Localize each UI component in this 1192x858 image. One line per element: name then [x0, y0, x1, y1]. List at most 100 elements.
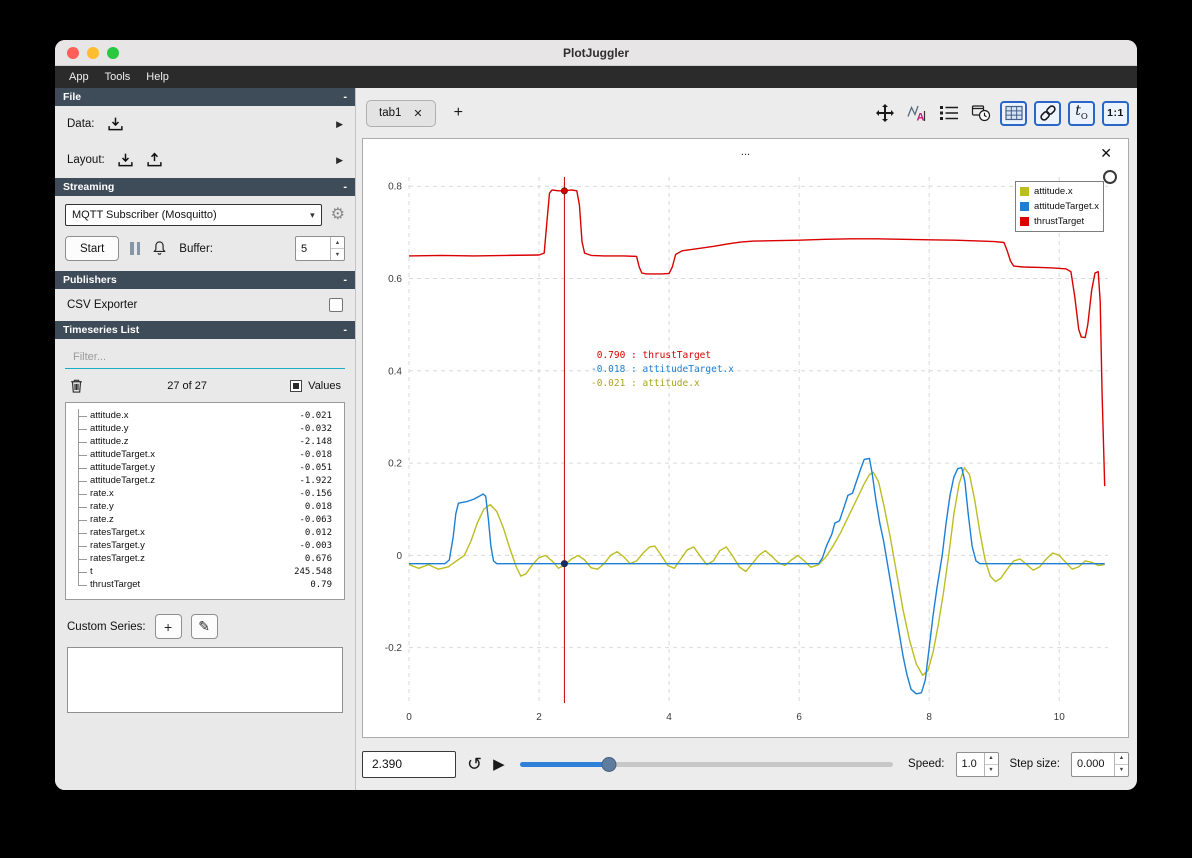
timeseries-item[interactable]: ratesTarget.x 0.012 — [66, 526, 340, 539]
legend-item[interactable]: thrustTarget — [1020, 214, 1099, 229]
streaming-source-select[interactable]: MQTT Subscriber (Mosquitto) ▾ — [65, 204, 322, 226]
file-section-header[interactable]: File - — [55, 88, 355, 106]
legend-item[interactable]: attitudeTarget.x — [1020, 199, 1099, 214]
collapse-icon[interactable]: - — [343, 274, 347, 286]
load-data-icon[interactable] — [107, 116, 124, 132]
maximize-window-button[interactable] — [107, 46, 119, 59]
view-layout-button[interactable] — [1000, 100, 1027, 126]
main-area: tab1 ✕ + A tO 1:1 ... ✕ attitude.x attit… — [356, 88, 1137, 790]
link-axes-button[interactable] — [1034, 100, 1061, 126]
publishers-section-header[interactable]: Publishers - — [55, 271, 355, 289]
speed-input[interactable] — [956, 752, 984, 776]
timeseries-value: -1.922 — [299, 475, 332, 486]
timeseries-item[interactable]: attitude.y -0.032 — [66, 422, 340, 435]
timeseries-name: t — [90, 566, 93, 577]
spin-down-icon[interactable]: ▼ — [1115, 765, 1128, 776]
tab-tab1[interactable]: tab1 ✕ — [366, 99, 436, 127]
spin-up-icon[interactable]: ▲ — [331, 237, 344, 249]
values-toggle[interactable]: Values — [290, 380, 341, 392]
collapse-icon[interactable]: - — [343, 91, 347, 103]
edit-custom-series-button[interactable]: ✎ — [190, 614, 218, 639]
values-checkbox-icon[interactable] — [290, 380, 303, 392]
step-size-input[interactable] — [1072, 752, 1114, 776]
trash-icon[interactable] — [69, 378, 84, 394]
traffic-lights — [67, 40, 119, 65]
legend-label: attitudeTarget.x — [1034, 201, 1099, 212]
legend-toggle-button[interactable] — [936, 102, 961, 125]
data-menu-arrow-icon[interactable]: ▶ — [336, 119, 343, 130]
load-layout-icon[interactable] — [117, 152, 134, 168]
speed-spin-arrows[interactable]: ▲ ▼ — [983, 752, 998, 776]
timeseries-item[interactable]: rate.z -0.063 — [66, 513, 340, 526]
timeline-slider-handle[interactable] — [601, 756, 617, 772]
chart-canvas[interactable]: -0.2 0 0.2 0.4 0.6 0.8 0 2 4 6 8 10 — [367, 165, 1124, 733]
buffer-spinbox[interactable]: ▲ ▼ — [295, 236, 345, 261]
move-tool-button[interactable] — [872, 102, 897, 125]
pause-icon[interactable] — [130, 242, 141, 255]
timeseries-item[interactable]: attitude.z -2.148 — [66, 435, 340, 448]
datetime-scale-button[interactable] — [968, 102, 993, 125]
timeseries-item[interactable]: thrustTarget 0.79 — [66, 578, 340, 591]
spin-up-icon[interactable]: ▲ — [1115, 753, 1128, 765]
custom-series-list[interactable] — [67, 647, 343, 713]
collapse-icon[interactable]: - — [343, 181, 347, 193]
timeseries-item[interactable]: ratesTarget.y -0.003 — [66, 539, 340, 552]
timeseries-item[interactable]: rate.y 0.018 — [66, 500, 340, 513]
close-plot-button[interactable]: ✕ — [1100, 145, 1112, 162]
timeseries-item[interactable]: t 245.548 — [66, 565, 340, 578]
publishers-section-title: Publishers — [63, 274, 117, 286]
chevron-down-icon: ▾ — [310, 209, 315, 220]
plot-area[interactable]: ... ✕ attitude.x attitudeTarget.x thrustTa… — [362, 138, 1129, 738]
add-custom-series-button[interactable]: + — [154, 614, 182, 639]
spin-down-icon[interactable]: ▼ — [985, 765, 998, 776]
timeseries-section-header[interactable]: Timeseries List - — [55, 321, 355, 339]
menu-tools[interactable]: Tools — [97, 71, 139, 83]
play-icon[interactable]: ▶ — [493, 757, 505, 772]
bell-icon[interactable] — [151, 240, 168, 257]
timeseries-item[interactable]: attitudeTarget.y -0.051 — [66, 461, 340, 474]
spin-down-icon[interactable]: ▼ — [331, 249, 344, 260]
add-tab-button[interactable]: + — [454, 104, 463, 122]
timeseries-item[interactable]: ratesTarget.z 0.676 — [66, 552, 340, 565]
buffer-spin-arrows[interactable]: ▲ ▼ — [330, 237, 344, 260]
cursor-tooltip-line: 0.790 : thrustTarget — [591, 350, 712, 361]
spin-up-icon[interactable]: ▲ — [984, 753, 998, 765]
collapse-icon[interactable]: - — [343, 324, 347, 336]
svg-text:A: A — [916, 112, 924, 124]
timeseries-item[interactable]: attitudeTarget.z -1.922 — [66, 474, 340, 487]
start-streaming-button[interactable]: Start — [65, 236, 120, 261]
legend-item[interactable]: attitude.x — [1020, 184, 1099, 199]
csv-exporter-checkbox[interactable] — [329, 298, 343, 312]
step-size-spinbox[interactable]: ▲ ▼ — [1071, 751, 1129, 777]
timeseries-value: 0.012 — [304, 527, 332, 538]
streaming-section-header[interactable]: Streaming - — [55, 178, 355, 196]
speed-spinbox[interactable]: ▲ ▼ — [955, 751, 999, 777]
plot-title: ... — [740, 146, 751, 158]
timeseries-item[interactable]: attitude.x -0.021 — [66, 409, 340, 422]
time-offset-button[interactable]: tO — [1068, 100, 1095, 126]
menu-app[interactable]: App — [61, 71, 97, 83]
timeseries-item[interactable]: rate.x -0.156 — [66, 487, 340, 500]
step-spin-arrows[interactable]: ▲ ▼ — [1114, 752, 1128, 776]
legend-label: attitude.x — [1034, 186, 1073, 197]
custom-series-label: Custom Series: — [67, 620, 146, 633]
buffer-input[interactable] — [296, 237, 330, 260]
save-layout-icon[interactable] — [146, 152, 163, 168]
layout-menu-arrow-icon[interactable]: ▶ — [336, 155, 343, 166]
timeseries-list[interactable]: attitude.x -0.021 attitude.y -0.032 attitude… — [65, 402, 345, 600]
menu-help[interactable]: Help — [138, 71, 177, 83]
zoom-1to1-button[interactable]: 1:1 — [1102, 100, 1129, 126]
current-time-input[interactable] — [362, 750, 456, 778]
loop-icon[interactable]: ↺ — [467, 755, 482, 773]
plot-corner-marker[interactable] — [1103, 170, 1117, 184]
minimize-window-button[interactable] — [87, 46, 99, 59]
timeline-slider[interactable] — [519, 756, 894, 772]
timeseries-filter-input[interactable] — [65, 348, 345, 369]
curve-style-button[interactable]: A — [904, 102, 929, 125]
streaming-settings-gear-icon[interactable]: ⚙ — [331, 207, 345, 223]
tab-close-icon[interactable]: ✕ — [413, 107, 422, 120]
close-window-button[interactable] — [67, 46, 79, 59]
tab-label: tab1 — [379, 107, 402, 119]
timeseries-name: attitudeTarget.x — [90, 449, 155, 460]
timeseries-item[interactable]: attitudeTarget.x -0.018 — [66, 448, 340, 461]
